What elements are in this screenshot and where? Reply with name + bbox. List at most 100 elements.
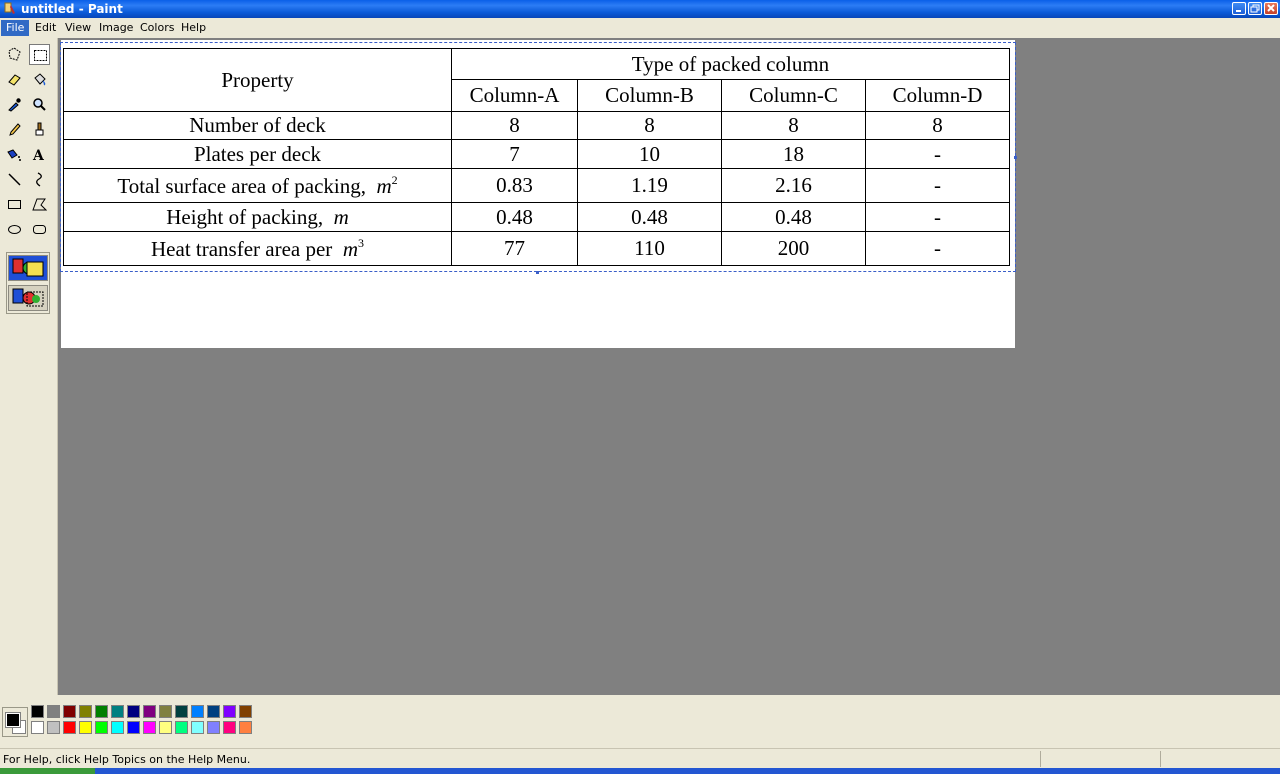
pencil-tool[interactable] [4, 119, 25, 140]
table-cell: 8 [577, 111, 722, 140]
color-swatch[interactable] [239, 721, 252, 734]
color-swatch[interactable] [143, 705, 156, 718]
menu-colors[interactable]: Colors [135, 20, 179, 36]
color-swatch[interactable] [95, 705, 108, 718]
rounded-rectangle-icon [33, 225, 46, 234]
eraser-tool[interactable] [4, 69, 25, 90]
color-swatch[interactable] [111, 721, 124, 734]
color-swatch[interactable] [223, 721, 236, 734]
table-cell: 0.48 [577, 202, 722, 232]
color-swatch[interactable] [127, 721, 140, 734]
color-swatch[interactable] [63, 721, 76, 734]
table-cell: 0.48 [451, 202, 578, 232]
table-cell: - [865, 168, 1010, 203]
select-tool[interactable] [29, 44, 50, 65]
status-pane-size [1160, 751, 1161, 767]
fill-with-color-tool[interactable] [29, 69, 50, 90]
row-label-text: Total surface area of packing, [117, 173, 366, 198]
rounded-rectangle-tool[interactable] [29, 219, 50, 240]
polygon-tool[interactable] [29, 194, 50, 215]
color-swatch[interactable] [223, 705, 236, 718]
title-bar[interactable]: untitled - Paint [0, 0, 1280, 18]
table-cell: - [865, 139, 1010, 169]
magnifier-tool[interactable] [29, 94, 50, 115]
table-cell: 1.19 [577, 168, 722, 203]
selection-resize-handle[interactable] [1014, 156, 1017, 159]
row-label-text: Number of deck [189, 113, 326, 137]
menu-image[interactable]: Image [94, 20, 138, 36]
menu-file[interactable]: File [1, 20, 30, 36]
line-tool[interactable] [4, 169, 25, 190]
transparent-selection-icon [12, 288, 44, 307]
opaque-selection-option[interactable] [8, 255, 48, 281]
column-header: Column-A [451, 79, 578, 112]
ellipse-tool[interactable] [4, 219, 25, 240]
brush-tool[interactable] [29, 119, 50, 140]
svg-text:A: A [32, 148, 45, 162]
table-cell: 8 [865, 111, 1010, 140]
table-cell: 7 [451, 139, 578, 169]
color-swatch[interactable] [191, 705, 204, 718]
color-swatch[interactable] [191, 721, 204, 734]
foreground-color [6, 713, 20, 727]
color-swatch[interactable] [239, 705, 252, 718]
menu-bar: File Edit View Image Colors Help [0, 18, 1280, 38]
minimize-icon [1236, 10, 1241, 12]
packed-column-table: Property Type of packed column Column-A … [63, 48, 1010, 266]
airbrush-tool[interactable] [4, 144, 25, 165]
column-header: Column-D [865, 79, 1010, 112]
minimize-button[interactable] [1232, 2, 1246, 15]
table-cell: 0.48 [721, 202, 866, 232]
color-swatch[interactable] [175, 721, 188, 734]
selection-resize-handle[interactable] [536, 271, 539, 274]
pick-color-tool[interactable] [4, 94, 25, 115]
pencil-icon [9, 123, 21, 136]
color-swatch[interactable] [63, 705, 76, 718]
color-swatch[interactable] [31, 721, 44, 734]
taskbar [0, 768, 1280, 774]
rectangle-icon [8, 200, 21, 209]
eraser-icon [8, 74, 21, 86]
color-swatch[interactable] [79, 705, 92, 718]
current-colors [2, 707, 28, 737]
magnifier-icon [33, 98, 46, 111]
pick-color-icon [8, 98, 21, 112]
status-pane-coordinates [1040, 751, 1041, 767]
color-swatch[interactable] [47, 705, 60, 718]
free-form-select-icon [8, 47, 21, 61]
color-swatch[interactable] [127, 705, 140, 718]
table-cell: 18 [721, 139, 866, 169]
menu-view[interactable]: View [60, 20, 96, 36]
color-swatch[interactable] [207, 721, 220, 734]
start-button[interactable] [0, 768, 95, 774]
color-swatch[interactable] [79, 721, 92, 734]
menu-help[interactable]: Help [176, 20, 211, 36]
tool-options [6, 252, 50, 314]
brush-icon [35, 122, 44, 136]
color-swatch[interactable] [159, 721, 172, 734]
close-button[interactable] [1264, 2, 1278, 15]
rectangle-tool[interactable] [4, 194, 25, 215]
color-swatch[interactable] [47, 721, 60, 734]
color-swatch[interactable] [175, 705, 188, 718]
row-label: Height of packing, m [63, 202, 452, 232]
opaque-selection-icon [12, 258, 44, 277]
row-label-text: Heat transfer area per [151, 236, 333, 261]
unit-symbol: m [342, 236, 358, 261]
color-swatch[interactable] [31, 705, 44, 718]
color-swatch[interactable] [95, 721, 108, 734]
close-icon [1267, 4, 1275, 12]
table-row: Height of packing, m 0.48 0.48 0.48 - [63, 202, 1010, 232]
color-swatch[interactable] [143, 721, 156, 734]
free-form-select-tool[interactable] [4, 44, 25, 65]
table-cell: 8 [451, 111, 578, 140]
color-swatch[interactable] [159, 705, 172, 718]
status-bar: For Help, click Help Topics on the Help … [0, 748, 1280, 769]
color-swatch[interactable] [207, 705, 220, 718]
menu-edit[interactable]: Edit [30, 20, 61, 36]
text-tool[interactable]: A [29, 144, 50, 165]
transparent-selection-option[interactable] [8, 285, 48, 311]
color-swatch[interactable] [111, 705, 124, 718]
maximize-button[interactable] [1248, 2, 1262, 15]
curve-tool[interactable] [29, 169, 50, 190]
